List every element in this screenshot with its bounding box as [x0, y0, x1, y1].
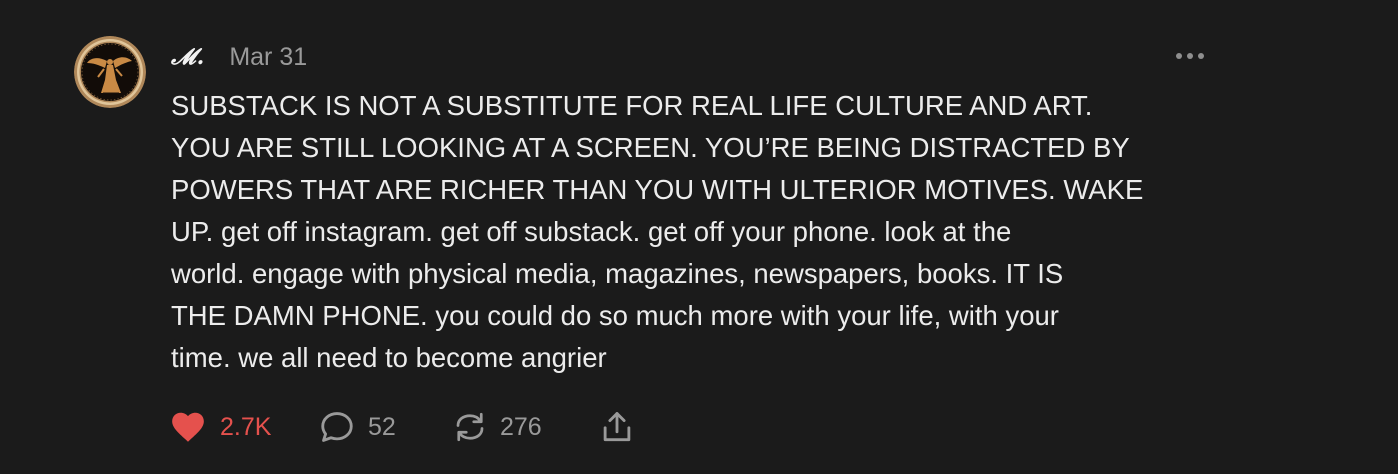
- heart-icon: [168, 408, 208, 446]
- author-avatar[interactable]: [74, 36, 146, 108]
- comment-button[interactable]: 52: [318, 406, 396, 448]
- comment-count: 52: [368, 412, 396, 441]
- restack-count: 276: [500, 412, 542, 441]
- share-button[interactable]: [598, 406, 636, 448]
- more-options-button[interactable]: [1174, 44, 1206, 68]
- author-name[interactable]: 𝓜.: [171, 44, 205, 70]
- note-header: 𝓜. Mar 31: [171, 42, 307, 72]
- comment-icon: [318, 408, 356, 446]
- note-card: 𝓜. Mar 31 SUBSTACK IS NOT A SUBSTITUTE F…: [0, 0, 1398, 474]
- restack-icon: [452, 409, 488, 445]
- like-button[interactable]: 2.7K: [168, 406, 271, 448]
- share-icon: [598, 408, 636, 446]
- note-body: SUBSTACK IS NOT A SUBSTITUTE FOR REAL LI…: [171, 90, 1144, 373]
- like-count: 2.7K: [220, 412, 272, 441]
- restack-button[interactable]: 276: [452, 406, 542, 448]
- avatar-image: [74, 36, 146, 108]
- post-date[interactable]: Mar 31: [229, 43, 307, 72]
- more-icon: [1176, 53, 1204, 59]
